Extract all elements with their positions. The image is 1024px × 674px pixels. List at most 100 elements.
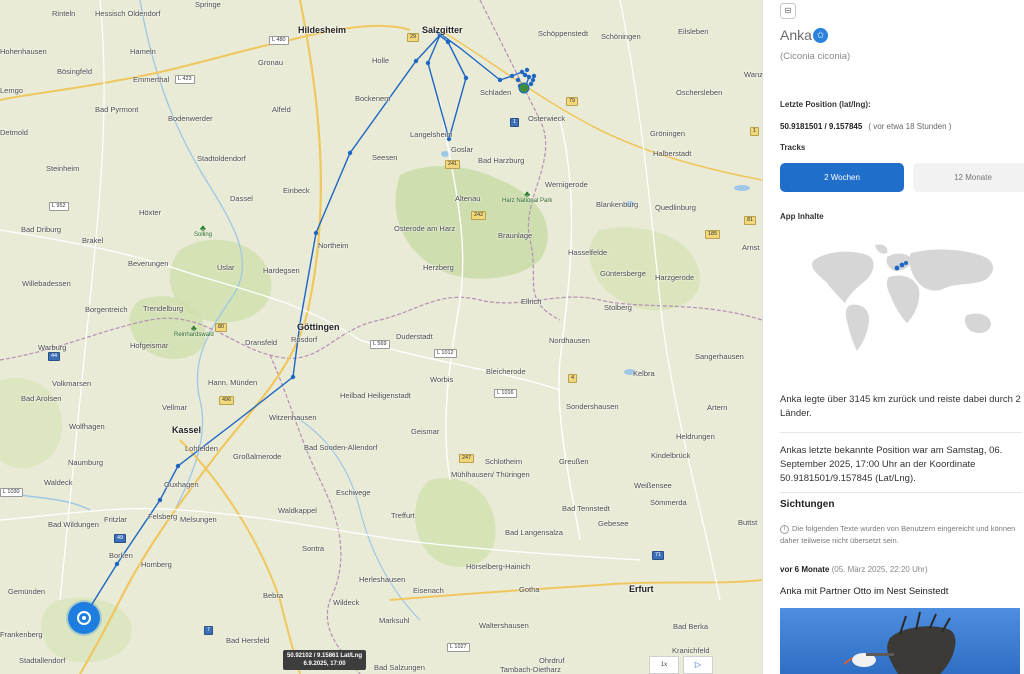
tree-icon: ♣ (524, 189, 531, 199)
map-place-label: Bad Harzburg (478, 156, 525, 165)
speed-button[interactable]: 1x (649, 656, 679, 674)
map-place-label: Braunlage (498, 231, 533, 240)
map-place-label: Alfeld (272, 105, 291, 114)
map-place-label: Bösingfeld (57, 67, 93, 76)
map-place-label: Schlotheim (485, 457, 523, 466)
road-shield: 71 (652, 551, 665, 560)
map-place-label: Hessisch Oldendorf (95, 9, 161, 18)
map-place-label: Langelsheim (410, 130, 453, 139)
map-place-label: Melsungen (180, 515, 217, 524)
map-place-label: Sangerhausen (695, 352, 744, 361)
road-shield: 1 (510, 118, 520, 127)
map-place-label: Fritzlar (104, 515, 127, 524)
map-place-label: Witzenhausen (269, 413, 317, 422)
map-place-label: Lohfelden (185, 444, 218, 453)
app-content-label: App Inhalte (780, 212, 824, 221)
map-place-label: Bad Salzungen (374, 663, 425, 672)
map-place-label: Mühlhausen/ Thüringen (451, 470, 530, 479)
road-shield: 1 (750, 127, 760, 136)
map-place-label: Beverungen (128, 259, 169, 268)
map-place-label: Sontra (302, 544, 325, 553)
road-shield: 241 (445, 160, 461, 169)
map-place-label: Volkmarsen (52, 379, 92, 388)
map-place-label: Bad Tennstedt (562, 504, 610, 513)
map-place-label: Bleicherode (486, 367, 526, 376)
road-shield: L 480 (269, 36, 289, 45)
road-shield: L 569 (370, 340, 390, 349)
current-position-marker[interactable] (68, 602, 100, 634)
map-place-label: Bockenem (355, 94, 391, 103)
map-place-label: Bad Driburg (21, 225, 62, 234)
map-place-label: Schladen (480, 88, 512, 97)
road-shield: 496 (219, 396, 235, 405)
last-position-row: 50.9181501 / 9.157845 ( vor etwa 18 Stund… (780, 122, 951, 131)
play-icon: ▷ (694, 660, 702, 669)
species-latin-name: (Ciconia ciconia) (780, 51, 851, 62)
map-place-label: Arnst (742, 243, 760, 252)
map-place-label: Göttingen (297, 322, 340, 332)
park-name: Reinhardswald (174, 332, 214, 338)
map-place-label: Hofgeismar (130, 341, 169, 350)
map-place-label: Gronau (258, 58, 284, 67)
map-place-label: Hörselberg-Hainich (466, 562, 531, 571)
map-place-label: Wildeck (333, 598, 360, 607)
map-place-label: Einbeck (283, 186, 310, 195)
map-place-label: Tambach-Dietharz (500, 665, 561, 674)
track-2-weeks-button[interactable]: 2 Wochen (780, 163, 904, 192)
park-label: ♣ Harz National Park (502, 189, 552, 205)
map-place-label: Kelbra (633, 369, 655, 378)
translation-note: i Die folgenden Texte wurden von Benutzer… (780, 523, 1024, 547)
tooltip-datetime: 6.9.2025, 17:00 (303, 661, 346, 667)
stork-nest-image (843, 611, 956, 674)
translation-note-text: Die folgenden Texte wurden von Benutzern… (780, 524, 1016, 545)
road-shield: 185 (705, 230, 721, 239)
map-place-label: Detmold (0, 128, 28, 137)
coordinate-tooltip: 50.92102 / 9.15861 Lat/Lng 6.9.2025, 17:… (283, 650, 367, 670)
map-place-label: Treffurt (391, 511, 415, 520)
map-place-label: Herleshausen (359, 575, 406, 584)
divider (780, 492, 1022, 493)
map-place-label: Hasselfelde (568, 248, 608, 257)
map-place-label: Worbis (430, 375, 454, 384)
park-label: ♣ Reinhardswald (174, 324, 214, 339)
map-place-label: Felsberg (148, 512, 178, 521)
map-view[interactable]: Rinteln Hessisch Oldendorf Springe Hildeshe… (0, 0, 762, 674)
map-place-label: Wernigerode (545, 180, 588, 189)
map-place-label: Rosdorf (291, 335, 318, 344)
map-place-label: Bad Berka (673, 622, 709, 631)
map-place-label: Vellmar (162, 403, 188, 412)
map-place-label: Schöppenstedt (538, 29, 589, 38)
map-place-label: Bad Arolsen (21, 394, 62, 403)
map-place-label: Bad Langensalza (505, 528, 563, 537)
map-place-label: Nordhausen (549, 336, 590, 345)
map-place-label: Trendelburg (143, 304, 184, 313)
road-shield: L 1016 (494, 389, 517, 398)
map-place-label: Gotha (519, 585, 540, 594)
tracks-label: Tracks (780, 143, 806, 152)
map-place-label: Schöningen (601, 32, 641, 41)
map-place-label: Steinheim (46, 164, 80, 173)
map-place-label: Rinteln (52, 9, 76, 18)
map-place-label: Stolberg (604, 303, 632, 312)
map-place-label: Guxhagen (164, 480, 199, 489)
collapse-panel-icon[interactable]: ⊟ (780, 3, 796, 19)
distance-summary: Anka legte über 3145 km zurück und reist… (780, 394, 1021, 419)
tree-icon: ♣ (200, 223, 206, 233)
road-shield: 7 (204, 626, 214, 635)
track-12-months-button[interactable]: 12 Monate (913, 163, 1024, 192)
map-place-label: Bodenwerder (168, 114, 213, 123)
sighting-photo[interactable] (780, 608, 1020, 674)
map-place-label: Naumburg (68, 458, 104, 467)
map-place-label: Kassel (172, 425, 202, 435)
map-place-label: Eschwege (336, 488, 371, 497)
sightings-title: Sichtungen (780, 499, 835, 510)
map-place-label: Höxter (139, 208, 162, 217)
map-place-label: Kindelbrück (651, 451, 691, 460)
map-place-label: Willebadessen (22, 279, 71, 288)
star-icon[interactable]: ✩ (813, 28, 828, 43)
play-button[interactable]: ▷ (683, 656, 713, 674)
road-shield: L 1027 (447, 643, 470, 652)
tooltip-coordinates: 50.92102 / 9.15861 Lat/Lng (287, 653, 363, 659)
road-shield: 79 (566, 97, 579, 106)
map-place-label: Oschersleben (676, 88, 723, 97)
